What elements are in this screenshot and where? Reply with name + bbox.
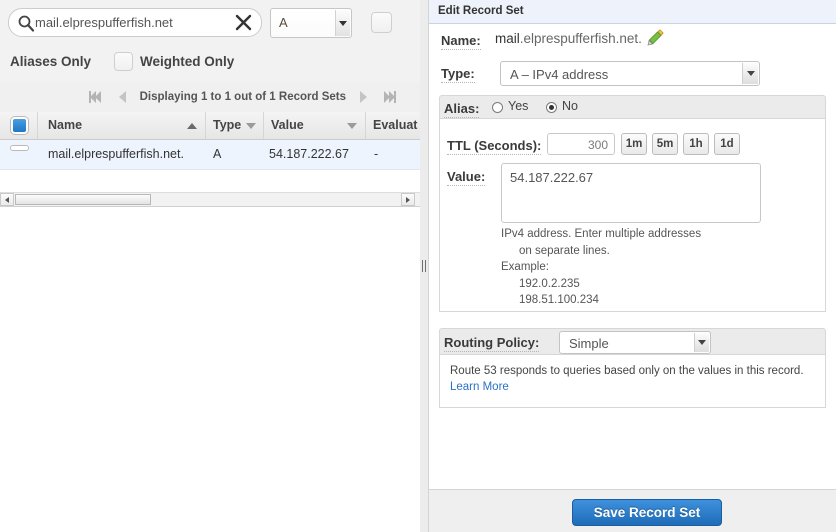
horizontal-scrollbar[interactable] [0,192,420,207]
routing-note-text: Route 53 responds to queries based only … [450,365,804,377]
ttl-label: TTL (Seconds): [447,138,542,155]
column-header-value[interactable]: Value [264,112,366,139]
pencil-edit-icon[interactable] [647,29,664,46]
routing-policy-select[interactable]: Simple [559,331,711,354]
help-example-2: 198.51.100.234 [519,294,599,306]
last-page-icon[interactable] [382,89,398,105]
list-empty-area [0,207,420,532]
chevron-down-icon [339,21,347,26]
alias-no-radio[interactable] [546,102,557,113]
pagination-status-text: Displaying 1 to 1 out of 1 Record Sets [139,91,346,103]
scroll-right-icon[interactable] [401,193,415,206]
sort-ascending-icon [187,123,197,129]
ttl-input[interactable]: 300 [547,133,615,155]
chevron-down-icon [698,340,706,345]
pane-splitter[interactable] [420,0,429,532]
value-textarea-text: 54.187.222.67 [510,170,594,185]
alias-label: Alias: [444,101,480,118]
record-type-filter-arrow[interactable] [335,10,350,36]
alias-row: Alias: Yes No [439,95,826,119]
column-menu-icon[interactable] [246,123,256,129]
previous-page-icon[interactable] [114,89,130,105]
value-label: Value: [447,169,486,186]
ttl-preset-5m-button[interactable]: 5m [652,133,678,155]
value-textarea[interactable]: 54.187.222.67 [501,163,761,223]
type-label: Type: [441,66,475,83]
alias-yes-label: Yes [508,99,529,113]
ttl-preset-1d-button[interactable]: 1d [714,133,740,155]
column-header-type[interactable]: Type [206,112,264,139]
panel-header: Edit Record Set [429,0,836,24]
search-input[interactable] [35,9,231,36]
routing-policy-arrow[interactable] [694,333,709,352]
column-menu-icon[interactable] [347,123,357,129]
name-label: Name: [441,33,481,50]
routing-policy-note: Route 53 responds to queries based only … [450,363,810,395]
select-all-checkbox[interactable] [11,117,28,134]
select-all-header-cell [0,112,38,139]
edit-record-set-pane: Edit Record Set Name: mail.elprespufferf… [429,0,836,532]
list-toolbar: A Aliases Only Weighted Only [0,0,420,83]
panel-title: Edit Record Set [438,5,524,17]
record-name-value: mail.elprespufferfish.net. [495,31,642,46]
column-header-type-label: Type [213,118,242,132]
splitter-grip-icon [422,260,426,272]
help-example-1: 192.0.2.235 [519,277,580,290]
record-sets-table-header: Name Type Value Evaluat [0,112,420,140]
table-row[interactable]: mail.elprespufferfish.net. A 54.187.222.… [0,140,420,170]
scrollbar-thumb[interactable] [15,194,151,205]
column-header-name[interactable]: Name [38,112,206,139]
row-select-checkbox[interactable] [11,146,28,150]
cell-type: A [213,147,222,161]
routing-policy-note-box: Route 53 responds to queries based only … [439,355,826,408]
weighted-only-label: Weighted Only [140,54,235,69]
ttl-preset-1m-button[interactable]: 1m [621,133,647,155]
column-header-evaluate[interactable]: Evaluat [366,112,420,139]
record-type-select[interactable]: A – IPv4 address [500,61,760,86]
clear-search-icon[interactable] [234,13,253,32]
record-type-filter-dropdown[interactable]: A [270,8,352,38]
record-type-select-arrow[interactable] [742,63,758,84]
search-icon [17,14,35,32]
routing-policy-row: Routing Policy: Simple [439,328,826,355]
routing-policy-label: Routing Policy: [444,335,540,352]
column-header-name-label: Name [48,118,83,132]
weighted-only-checkbox[interactable] [114,52,133,71]
help-line-1: IPv4 address. Enter multiple addresses [501,228,702,240]
next-page-icon[interactable] [356,89,372,105]
chevron-down-icon [747,71,755,76]
cell-evaluate: - [374,147,379,161]
cell-name: mail.elprespufferfish.net. [48,147,184,161]
alias-no-label: No [562,99,578,113]
record-name-suffix: .elprespufferfish.net. [519,31,642,46]
search-box[interactable] [8,8,262,37]
pagination-bar: Displaying 1 to 1 out of 1 Record Sets [0,82,420,113]
save-record-set-button[interactable]: Save Record Set [572,499,722,526]
route53-record-editor-window: A Aliases Only Weighted Only [0,0,836,532]
learn-more-link[interactable]: Learn More [450,381,509,393]
help-line-3: Example: [501,261,549,273]
aliases-only-label: Aliases Only [10,54,92,69]
column-header-evaluate-label: Evaluat [373,118,418,132]
triangle-left-icon [5,197,9,203]
value-help-text: IPv4 address. Enter multiple addresses o… [501,226,801,309]
aliases-only-checkbox[interactable] [371,12,392,33]
alias-yes-radio[interactable] [492,102,503,113]
record-type-filter-value: A [279,15,288,30]
record-name-prefix: mail [495,31,520,46]
first-page-icon[interactable] [88,89,104,105]
record-sets-list-pane: A Aliases Only Weighted Only [0,0,420,532]
editor-footer: Save Record Set [429,489,836,532]
column-header-value-label: Value [271,118,304,132]
cell-value: 54.187.222.67 [269,147,349,161]
help-line-2: on separate lines. [519,244,610,257]
routing-policy-value: Simple [569,336,609,351]
ttl-value: 300 [587,138,608,152]
triangle-right-icon [406,197,410,203]
ttl-preset-1h-button[interactable]: 1h [683,133,709,155]
record-type-select-value: A – IPv4 address [510,67,609,82]
scroll-left-icon[interactable] [0,193,14,206]
